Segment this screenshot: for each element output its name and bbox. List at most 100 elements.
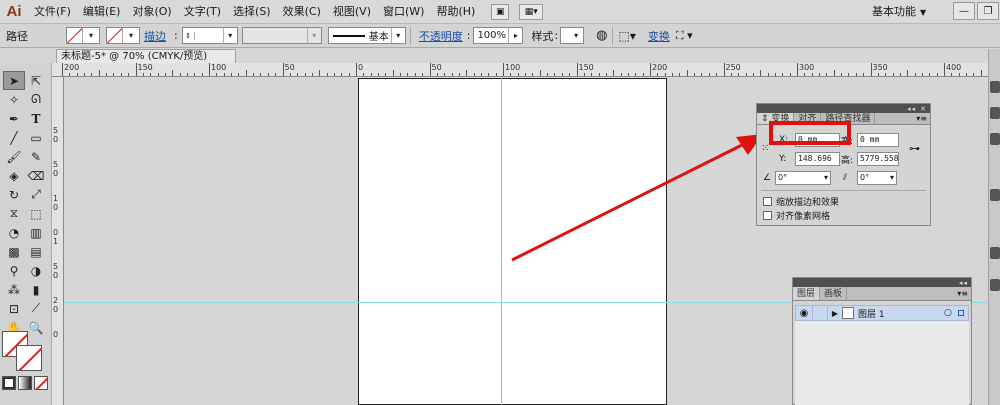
minimize-button[interactable]: — (953, 2, 975, 20)
tab-layers[interactable]: 图层 (793, 287, 821, 300)
ruler-minor-tick (458, 73, 460, 76)
panel-titlebar[interactable]: ◂◂ ✕ (757, 104, 930, 113)
document-tab[interactable]: 未标题-5* @ 70% (CMYK/预览) (56, 49, 236, 63)
constrain-proportions-icon[interactable]: ⊶ (909, 142, 920, 155)
y-label: Y: (779, 154, 787, 164)
scale-tool-icon[interactable]: ⤢ (25, 185, 47, 204)
graphic-styles-panel-icon[interactable] (990, 247, 1000, 259)
align-pixel-grid-option[interactable]: 对齐像素网格 (763, 209, 830, 222)
menu-view[interactable]: 视图(V) (327, 0, 377, 24)
selection-tool-icon[interactable]: ➤ (3, 71, 25, 90)
horizontal-ruler[interactable]: 200 150 100 50 0 50 100 150 200 250 300 350 400 (52, 63, 988, 77)
eyedropper-tool-icon[interactable]: ⚲ (3, 261, 25, 280)
free-transform-tool-icon[interactable]: ⬚ (25, 204, 47, 223)
lasso-tool-icon[interactable]: ᘏ (25, 90, 47, 109)
blob-brush-tool-icon[interactable]: ◈ (3, 166, 25, 185)
fill-stroke-control[interactable] (2, 331, 46, 377)
stroke-panel-link[interactable]: 描边 (144, 28, 166, 44)
workspace-switcher[interactable]: 基本功能 ▼ (872, 0, 926, 24)
menu-type[interactable]: 文字(T) (178, 0, 227, 24)
recolor-artwork-icon[interactable]: ◍ (596, 28, 607, 43)
menu-file[interactable]: 文件(F) (28, 0, 77, 24)
symbols-panel-icon[interactable] (990, 189, 1000, 201)
ruler-minor-tick (91, 73, 93, 76)
swatches-panel-icon[interactable] (990, 107, 1000, 119)
ruler-minor-tick (716, 73, 718, 76)
align-pixel-grid-checkbox[interactable] (763, 211, 772, 220)
chevron-down-icon: ▾ (574, 31, 579, 40)
paintbrush-tool-icon[interactable]: 🖌 (3, 147, 25, 166)
line-tool-icon[interactable]: ╱ (3, 128, 25, 147)
height-input[interactable]: 5779.558 (857, 152, 899, 166)
color-mode-icon[interactable] (2, 376, 16, 390)
stroke-color-control[interactable]: ▾ (106, 27, 140, 44)
menu-window[interactable]: 窗口(W) (377, 0, 430, 24)
shape-builder-tool-icon[interactable]: ◔ (3, 223, 25, 242)
gradient-tool-icon[interactable]: ▤ (25, 242, 47, 261)
opacity-panel-link[interactable]: 不透明度 (419, 28, 463, 44)
target-circle-icon[interactable]: ○ (944, 308, 958, 318)
appearance-panel-icon[interactable] (990, 279, 1000, 291)
rectangle-tool-icon[interactable]: ▭ (25, 128, 47, 147)
shear-angle-select[interactable]: 0° ▾ (857, 171, 897, 185)
rotate-tool-icon[interactable]: ↻ (3, 185, 25, 204)
eye-icon[interactable]: ◉ (796, 308, 812, 319)
blend-tool-icon[interactable]: ◑ (25, 261, 47, 280)
width-input[interactable]: 0 mm (857, 133, 899, 147)
column-graph-tool-icon[interactable]: ▮ (25, 280, 47, 299)
perspective-grid-tool-icon[interactable]: ▥ (25, 223, 47, 242)
artboard-tool-icon[interactable]: ⊡ (3, 299, 25, 318)
arrange-documents-icon[interactable]: ▦▾ (519, 3, 544, 20)
menu-object[interactable]: 对象(O) (126, 0, 177, 24)
stepper-icon[interactable]: ⇕ (183, 31, 195, 40)
gradient-mode-icon[interactable] (18, 376, 32, 390)
close-icon[interactable]: ✕ (920, 105, 927, 113)
menu-select[interactable]: 选择(S) (227, 0, 277, 24)
pen-tool-icon[interactable]: ✒ (3, 109, 25, 128)
ruler-minor-tick (554, 73, 556, 76)
menu-help[interactable]: 帮助(H) (430, 0, 481, 24)
bridge-icon[interactable]: ▣ (491, 3, 510, 20)
brushes-panel-icon[interactable] (990, 133, 1000, 145)
maximize-button[interactable]: ❐ (977, 2, 999, 20)
lock-toggle[interactable] (812, 306, 828, 320)
transform-panel-link[interactable]: 变换 (648, 28, 670, 44)
width-tool-icon[interactable]: ⧖ (3, 204, 25, 223)
symbol-sprayer-tool-icon[interactable]: ⁂ (3, 280, 25, 299)
graphic-style-select[interactable]: ▾ (560, 27, 585, 44)
color-panel-icon[interactable] (990, 81, 1000, 93)
brush-definition-select[interactable]: 基本 ▾ (327, 27, 406, 44)
expand-triangle-icon[interactable]: ▶ (828, 309, 842, 318)
layer-row[interactable]: ◉ ▶ 图层 1 ○ (795, 305, 969, 321)
fill-color-control[interactable]: ▾ (66, 27, 100, 44)
menu-edit[interactable]: 编辑(E) (77, 0, 127, 24)
isolate-object-icon[interactable]: ⛶ ▾ (676, 29, 693, 43)
vertical-ruler[interactable]: 5050100150200 (52, 77, 64, 405)
panel-titlebar[interactable]: ◂◂ (793, 278, 971, 287)
collapse-icon[interactable]: ◂◂ (959, 279, 968, 287)
collapse-icon[interactable]: ◂◂ (907, 105, 916, 113)
stroke-swatch-icon[interactable] (16, 345, 42, 371)
none-mode-icon[interactable] (34, 376, 48, 390)
mesh-tool-icon[interactable]: ▩ (3, 242, 25, 261)
type-tool-icon[interactable]: T (25, 109, 47, 128)
chevron-down-icon: ▾ (889, 173, 894, 182)
eraser-tool-icon[interactable]: ⌫ (25, 166, 47, 185)
scale-strokes-checkbox[interactable] (763, 197, 772, 206)
tab-artboards[interactable]: 画板 (820, 287, 848, 300)
variable-width-profile[interactable]: ▾ (241, 27, 322, 44)
selection-indicator-icon[interactable] (958, 310, 964, 316)
stroke-weight-field[interactable]: ⇕ ▾ (181, 27, 238, 44)
direct-selection-tool-icon[interactable]: ⇱ (25, 71, 47, 90)
magic-wand-tool-icon[interactable]: ✧ (3, 90, 25, 109)
slice-tool-icon[interactable]: ⟋ (25, 299, 47, 318)
panel-menu-icon[interactable]: ▾≡ (916, 113, 927, 125)
pencil-tool-icon[interactable]: ✎ (25, 147, 47, 166)
opacity-field[interactable]: 100% ▸ (473, 27, 524, 44)
align-options-icon[interactable]: ⬚▾ (619, 29, 636, 43)
rotate-angle-select[interactable]: 0° ▾ (775, 171, 831, 185)
menu-effect[interactable]: 效果(C) (277, 0, 327, 24)
panel-menu-icon[interactable]: ▾≡ (957, 287, 968, 301)
y-input[interactable]: 148.696 (795, 152, 840, 166)
scale-strokes-option[interactable]: 缩放描边和效果 (763, 195, 839, 208)
